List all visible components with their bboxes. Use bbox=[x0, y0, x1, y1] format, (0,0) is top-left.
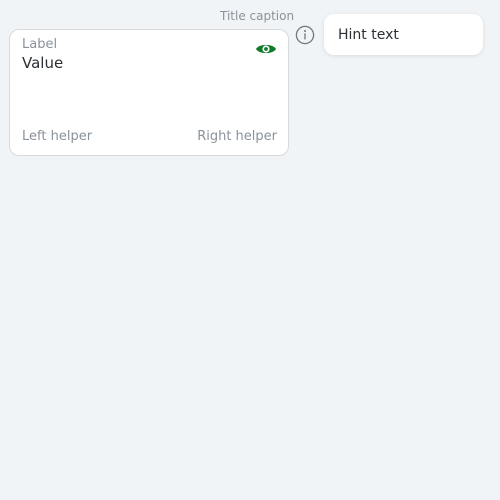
title-caption: Title caption bbox=[220, 9, 295, 23]
hint-text: Hint text bbox=[338, 26, 399, 43]
field-value[interactable]: Value bbox=[22, 53, 63, 73]
eye-icon[interactable] bbox=[254, 39, 278, 59]
hint-tooltip: Hint text bbox=[324, 14, 483, 55]
text-field[interactable]: Label Value Left helper Right helper bbox=[9, 29, 289, 156]
helper-left: Left helper bbox=[22, 129, 93, 144]
field-label: Label bbox=[22, 37, 58, 52]
info-icon[interactable] bbox=[294, 24, 316, 46]
helper-right: Right helper bbox=[197, 129, 277, 144]
